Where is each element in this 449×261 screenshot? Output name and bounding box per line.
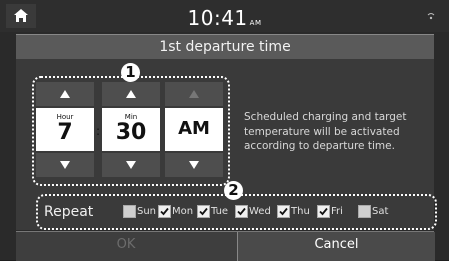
marker-2: 2 xyxy=(224,181,243,200)
checkbox-unchecked-icon[interactable] xyxy=(123,205,136,218)
arrow-up-icon xyxy=(126,90,136,98)
period-picker: AM xyxy=(165,82,223,177)
period-value: AM xyxy=(178,118,210,139)
checkbox-checked-icon[interactable] xyxy=(317,205,330,218)
minute-value: 30 xyxy=(115,120,147,145)
arrow-down-icon xyxy=(126,161,136,169)
arrow-up-icon xyxy=(60,90,70,98)
cancel-button[interactable]: Cancel xyxy=(237,232,435,261)
day-label: Sat xyxy=(372,206,389,217)
period-value-box[interactable]: AM xyxy=(165,108,223,151)
checkbox-checked-icon[interactable] xyxy=(158,205,171,218)
minute-down-button[interactable] xyxy=(102,153,160,177)
status-bar: 10:41 AM xyxy=(0,0,449,32)
day-label: Tue xyxy=(211,206,229,217)
hour-value-box[interactable]: Hour 7 xyxy=(36,108,94,151)
time-separator: : xyxy=(96,124,101,138)
clock-ampm: AM xyxy=(249,19,262,27)
clock-time: 10:41 xyxy=(187,6,248,30)
screen: 10:41 AM 1st departure time 1 Hour 7 : Mi… xyxy=(0,0,449,261)
hour-value: 7 xyxy=(57,120,73,145)
arrow-up-icon xyxy=(189,90,199,98)
checkbox-checked-icon[interactable] xyxy=(277,205,290,218)
signal-icon xyxy=(427,13,435,20)
hour-picker: Hour 7 xyxy=(36,82,94,177)
hour-down-button[interactable] xyxy=(36,153,94,177)
minute-up-button[interactable] xyxy=(102,82,160,106)
hour-up-button[interactable] xyxy=(36,82,94,106)
period-up-button[interactable] xyxy=(165,82,223,106)
minute-value-box[interactable]: Min 30 xyxy=(102,108,160,151)
checkbox-checked-icon[interactable] xyxy=(235,205,248,218)
checkbox-checked-icon[interactable] xyxy=(197,205,210,218)
page-header: 1st departure time xyxy=(16,34,434,60)
dialog-footer: OK Cancel xyxy=(16,231,435,261)
clock: 10:41 AM xyxy=(0,0,449,32)
arrow-down-icon xyxy=(189,161,199,169)
page-title: 1st departure time xyxy=(159,39,291,55)
minute-picker: Min 30 xyxy=(102,82,160,177)
info-text: Scheduled charging and target temperatur… xyxy=(244,111,407,152)
day-label: Wed xyxy=(249,206,271,217)
day-label: Sun xyxy=(137,206,157,217)
arrow-down-icon xyxy=(60,161,70,169)
period-down-button[interactable] xyxy=(165,153,223,177)
day-label: Fri xyxy=(331,206,343,217)
marker-1: 1 xyxy=(121,63,140,82)
ok-button[interactable]: OK xyxy=(16,232,236,261)
repeat-label: Repeat xyxy=(44,204,94,220)
checkbox-unchecked-icon[interactable] xyxy=(358,205,371,218)
day-label: Mon xyxy=(172,206,194,217)
day-label: Thu xyxy=(291,206,310,217)
